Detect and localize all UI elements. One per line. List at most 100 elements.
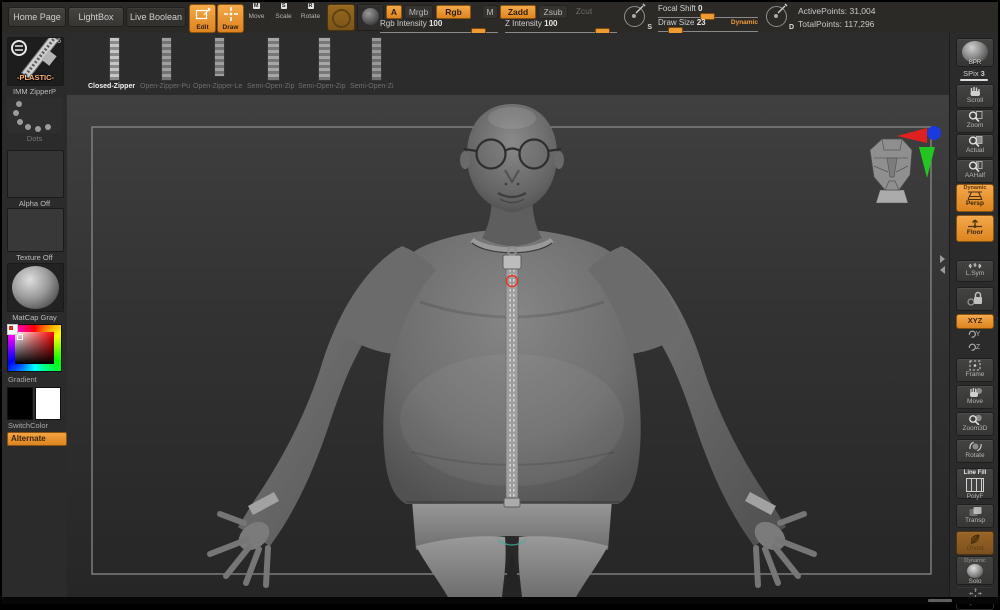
transp-icon: [968, 506, 983, 517]
z-intensity-value: 100: [544, 19, 557, 28]
rotate-button[interactable]: R Rotate: [299, 5, 322, 30]
m-button[interactable]: M: [482, 5, 498, 19]
zipper-thumb-icon: [109, 37, 120, 81]
total-points-readout: TotalPoints: 117,296: [798, 19, 874, 29]
gyro-button[interactable]: [327, 4, 355, 31]
bpr-button[interactable]: BPR: [956, 38, 994, 67]
draw-size-dynamic-label: Dynamic: [731, 18, 758, 27]
color-picker[interactable]: [7, 324, 62, 372]
hue-ring[interactable]: [7, 324, 62, 372]
transp-button[interactable]: Transp: [956, 504, 994, 528]
brush-variant-semi-open-3[interactable]: Semi-Open-Zi: [350, 35, 402, 93]
frame-button[interactable]: Frame: [956, 358, 994, 382]
model-left-ear: [460, 151, 470, 169]
a-mode-button[interactable]: A: [386, 5, 402, 19]
alternate-button[interactable]: Alternate: [7, 432, 67, 446]
brush-overlay-text: -PLASTIC-: [8, 73, 63, 82]
move-button[interactable]: M Move: [245, 5, 268, 30]
viewport-3d[interactable]: [67, 95, 950, 597]
ghost-button[interactable]: Ghost: [956, 531, 994, 555]
zcut-button[interactable]: Zcut: [571, 5, 597, 17]
brush-variant-closed-zipper[interactable]: Closed-Zipper: [88, 35, 140, 93]
actual-button[interactable]: Actual: [956, 134, 994, 158]
brush-variant-semi-open-1[interactable]: Semi-Open-Zip: [247, 35, 299, 93]
draw-size-label: Draw Size: [658, 18, 694, 27]
zipper-thumb-icon: [371, 37, 382, 81]
y-rotation-button[interactable]: Y: [964, 330, 984, 341]
stroke-pen-icon: [634, 3, 646, 15]
magnifier-doc-icon: [968, 136, 983, 147]
axis-y-arrow: [919, 147, 935, 178]
xyz-rotation-button[interactable]: XYZ: [956, 314, 994, 329]
mrgb-button[interactable]: Mrgb: [404, 5, 433, 19]
move-icon: M: [256, 4, 258, 13]
move-3d-button[interactable]: Move: [956, 385, 994, 409]
zoom3d-icon: [968, 414, 983, 425]
scale-button[interactable]: S Scale: [272, 5, 295, 30]
rgb-button[interactable]: Rgb: [436, 5, 471, 19]
draw-button[interactable]: Draw: [217, 4, 244, 33]
brush-variant-semi-open-2[interactable]: Semi-Open-Zip: [298, 35, 350, 93]
draw-size-slider[interactable]: Draw Size 23 Dynamic: [658, 18, 758, 31]
scroll-button[interactable]: Scroll: [956, 84, 994, 108]
stroke-tile[interactable]: Dots: [7, 98, 62, 143]
material-tile[interactable]: MatCap Gray: [7, 263, 62, 322]
polyframe-button[interactable]: Line Fill PolyF: [956, 468, 994, 499]
switch-color-swatches: [7, 387, 62, 418]
switch-color-label[interactable]: SwitchColor: [8, 421, 48, 430]
draw-size-value: 23: [697, 18, 706, 27]
model-3d[interactable]: [210, 104, 814, 597]
zoom-button[interactable]: Zoom: [956, 109, 994, 133]
rgb-intensity-slider[interactable]: Rgb Intensity 100: [380, 19, 498, 32]
texture-tile[interactable]: Texture Off: [7, 208, 62, 262]
current-color-swatch: [7, 324, 18, 335]
move-hand-icon: [968, 387, 983, 398]
brush-pen-icon: [776, 3, 788, 15]
brush-variant-open-zipper-pu[interactable]: Open-Zipper-Pu: [140, 35, 192, 93]
spix-slider[interactable]: SPix 3: [954, 69, 994, 82]
saturation-value-box[interactable]: [15, 332, 54, 364]
floor-button[interactable]: Floor: [956, 215, 994, 242]
document-canvas[interactable]: Closed-Zipper Open-Zipper-Pu Open-Zipper…: [67, 33, 950, 597]
alpha-tile-label: Alpha Off: [7, 199, 62, 208]
zoom3d-button[interactable]: Zoom3D: [956, 412, 994, 436]
horizontal-scrollbar-thumb[interactable]: [928, 599, 952, 602]
persp-button[interactable]: Dynamic Persp: [956, 184, 994, 212]
brush-variant-open-zipper-le[interactable]: Open-Zipper-Le: [193, 35, 245, 93]
stroke-tile-label: Dots: [7, 134, 62, 143]
top-toolbar: Home Page LightBox Live Boolean Edit Dra…: [2, 2, 998, 34]
brush-selector-button[interactable]: D: [764, 4, 794, 31]
zsub-button[interactable]: Zsub: [538, 5, 568, 19]
secondary-color-swatch[interactable]: [35, 387, 61, 420]
current-brush-tile[interactable]: 6 -PLASTIC- IMM ZipperP: [7, 37, 62, 96]
z-rotation-button[interactable]: Z: [964, 343, 984, 354]
material-tile-label: MatCap Gray: [7, 313, 62, 322]
main-color-swatch[interactable]: [7, 387, 33, 420]
aahalf-button[interactable]: AAHalf: [956, 159, 994, 183]
solo-button[interactable]: Dynamic Solo: [956, 556, 994, 585]
material-sphere-icon: [362, 8, 379, 25]
alpha-tile[interactable]: Alpha Off: [7, 150, 62, 208]
rotate-3d-button[interactable]: Rotate: [956, 439, 994, 463]
focal-shift-label: Focal Shift: [658, 4, 696, 13]
gyro-circle-icon: [332, 9, 351, 28]
tool-preview-head-icon: [870, 139, 912, 203]
local-symmetry-button[interactable]: L.Sym: [956, 260, 994, 282]
zadd-button[interactable]: Zadd: [500, 5, 536, 19]
active-points-readout: ActivePoints: 31,004: [798, 6, 876, 16]
left-tray: 6 -PLASTIC- IMM ZipperP Dots Alpha Off T…: [2, 33, 68, 597]
lock-button[interactable]: [956, 287, 994, 311]
stroke-selector-button[interactable]: S: [622, 4, 652, 31]
edit-button[interactable]: Edit: [189, 4, 216, 33]
focal-shift-slider[interactable]: Focal Shift 0: [658, 4, 758, 17]
z-intensity-label: Z Intensity: [505, 19, 542, 28]
home-page-button[interactable]: Home Page: [8, 7, 66, 27]
ghost-icon: [968, 533, 982, 545]
lightbox-button[interactable]: LightBox: [68, 7, 124, 27]
lock-icon: [966, 290, 984, 307]
edit-icon: [190, 7, 215, 21]
live-boolean-button[interactable]: Live Boolean: [126, 7, 186, 27]
z-intensity-slider[interactable]: Z Intensity 100: [505, 19, 617, 32]
rgb-intensity-value: 100: [429, 19, 442, 28]
right-tray-divider-handle[interactable]: [940, 255, 946, 277]
